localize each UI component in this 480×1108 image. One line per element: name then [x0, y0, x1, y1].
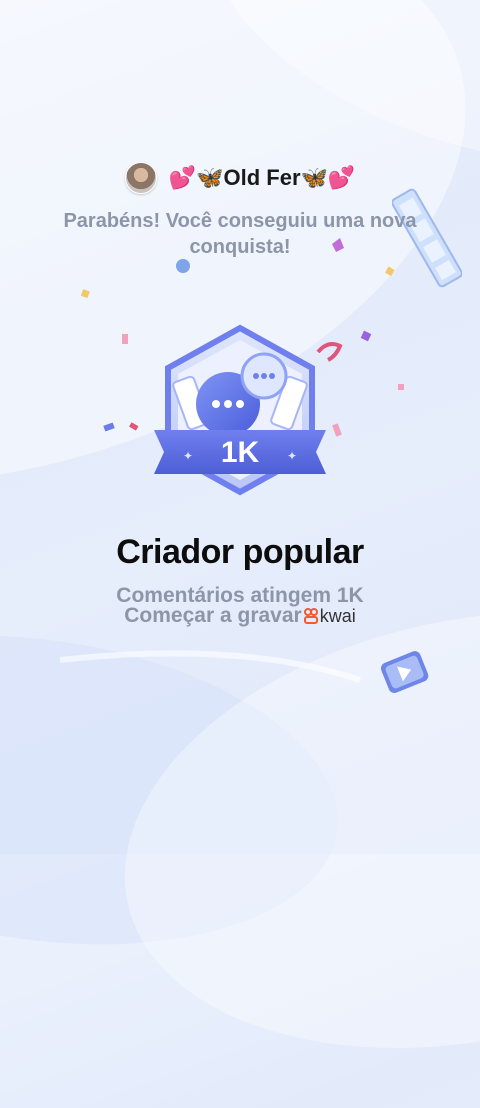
achievement-title: Criador popular	[116, 533, 364, 571]
achievement-badge: 1K ✦ ✦	[154, 324, 326, 496]
kwai-logo-icon	[303, 608, 318, 624]
svg-text:✦: ✦	[183, 449, 193, 463]
badge-value: 1K	[221, 436, 260, 469]
record-cta[interactable]: Começar a gravar kwai	[0, 604, 480, 628]
record-cta-label: Começar a gravar	[124, 604, 302, 627]
kwai-logo: kwai	[303, 605, 356, 627]
kwai-brand: kwai	[319, 605, 356, 626]
svg-text:✦: ✦	[287, 449, 297, 463]
congrats-message: Parabéns! Você conseguiu uma nova conqui…	[63, 210, 417, 258]
avatar[interactable]	[124, 162, 157, 194]
username: 💕🦋Old Fer🦋💕	[168, 165, 356, 190]
user-header: 💕🦋Old Fer🦋💕	[0, 158, 480, 198]
